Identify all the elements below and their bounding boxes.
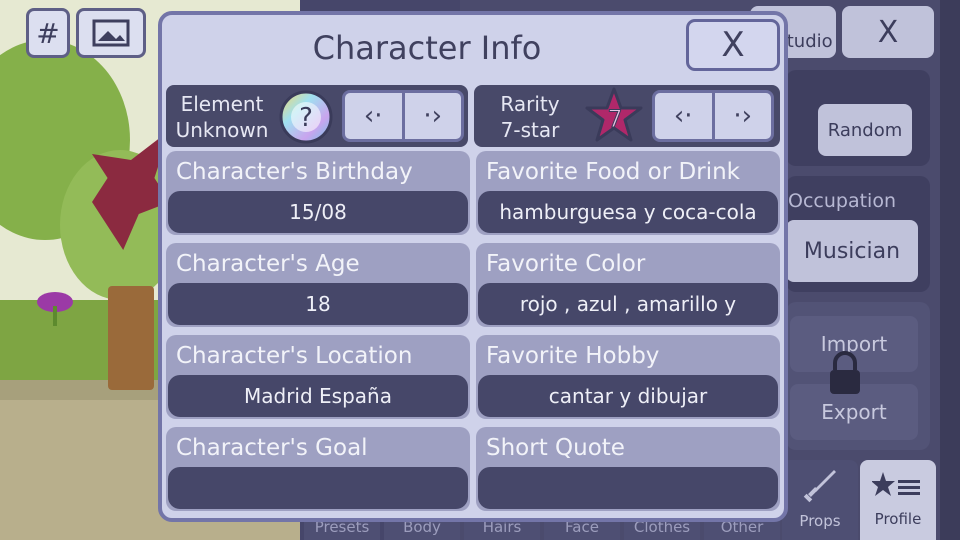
random-label: Random: [827, 119, 903, 141]
random-button[interactable]: Random: [818, 104, 912, 156]
goal-field: Character's Goal: [166, 427, 470, 511]
location-label: Character's Location: [176, 343, 413, 369]
location-input[interactable]: Madrid España: [168, 375, 468, 417]
grid-icon: #: [36, 16, 60, 50]
occupation-field[interactable]: Musician: [786, 220, 918, 282]
lock-icon: [830, 351, 860, 394]
favorite-color-input[interactable]: rojo , azul , amarillo y: [478, 283, 778, 325]
chevron-right-icon: ·›: [423, 101, 443, 131]
element-unknown-icon: ?: [279, 90, 333, 144]
chevron-left-icon: ‹·: [363, 101, 383, 131]
age-input[interactable]: 18: [168, 283, 468, 325]
birthday-label: Character's Birthday: [176, 159, 413, 185]
element-selector: Element Unknown ? ‹· ·›: [166, 85, 468, 147]
rarity-next-button[interactable]: ·›: [711, 93, 772, 139]
chevron-right-icon: ·›: [733, 101, 753, 131]
birthday-field: Character's Birthday 15/08: [166, 151, 470, 235]
dialog-header: Character Info X: [162, 15, 784, 81]
export-label: Export: [821, 400, 887, 424]
chevron-left-icon: ‹·: [673, 101, 693, 131]
occupation-label: Occupation: [788, 190, 896, 212]
dialog-close-button[interactable]: X: [686, 19, 780, 71]
element-label: Element Unknown: [172, 91, 272, 143]
favorite-food-label: Favorite Food or Drink: [486, 159, 740, 185]
tab-profile[interactable]: Profile: [860, 460, 936, 540]
grid-button[interactable]: #: [26, 8, 70, 58]
rarity-selector: Rarity 7-star 7 ‹· ·›: [474, 85, 780, 147]
goal-label: Character's Goal: [176, 435, 368, 461]
scrollbar[interactable]: [940, 0, 960, 540]
location-field: Character's Location Madrid España: [166, 335, 470, 419]
favorite-hobby-field: Favorite Hobby cantar y dibujar: [476, 335, 780, 419]
age-field: Character's Age 18: [166, 243, 470, 327]
scene-bench: [108, 286, 154, 390]
occupation-value: Musician: [803, 238, 901, 264]
element-label-value: Unknown: [175, 118, 269, 142]
element-next-button[interactable]: ·›: [401, 93, 462, 139]
element-label-title: Element: [180, 92, 264, 116]
birthday-input[interactable]: 15/08: [168, 191, 468, 233]
tab-props[interactable]: Props: [782, 460, 858, 540]
short-quote-field: Short Quote: [476, 427, 780, 511]
flower-icon: [37, 292, 73, 326]
favorite-hobby-input[interactable]: cantar y dibujar: [478, 375, 778, 417]
element-prev-button[interactable]: ‹·: [345, 93, 402, 139]
element-arrow-group: ‹· ·›: [342, 90, 464, 142]
goal-input[interactable]: [168, 467, 468, 509]
rarity-label-value: 7-star: [500, 118, 560, 142]
background-image-button[interactable]: [76, 8, 146, 58]
element-icon-glyph: ?: [299, 103, 313, 133]
tab-label: Profile: [874, 510, 922, 528]
star-rarity-icon: 7: [585, 87, 643, 142]
sword-icon: [803, 470, 836, 503]
rarity-prev-button[interactable]: ‹·: [655, 93, 712, 139]
close-icon: X: [877, 14, 899, 50]
profile-list-icon: [871, 472, 920, 496]
character-info-dialog: Character Info X Element Unknown ? ‹· ·›: [158, 11, 788, 522]
tab-label: Props: [799, 512, 841, 530]
favorite-food-input[interactable]: hamburguesa y coca-cola: [478, 191, 778, 233]
rarity-label-title: Rarity: [500, 92, 560, 116]
close-icon: X: [721, 25, 745, 65]
rarity-arrow-group: ‹· ·›: [652, 90, 774, 142]
image-icon: [92, 19, 130, 47]
dialog-title: Character Info: [312, 29, 542, 67]
rarity-icon-glyph: 7: [607, 105, 622, 133]
favorite-hobby-label: Favorite Hobby: [486, 343, 660, 369]
rarity-label: Rarity 7-star: [480, 91, 580, 143]
favorite-food-field: Favorite Food or Drink hamburguesa y coc…: [476, 151, 780, 235]
editor-close-button[interactable]: X: [842, 6, 934, 58]
short-quote-label: Short Quote: [486, 435, 625, 461]
favorite-color-label: Favorite Color: [486, 251, 646, 277]
short-quote-input[interactable]: [478, 467, 778, 509]
age-label: Character's Age: [176, 251, 360, 277]
favorite-color-field: Favorite Color rojo , azul , amarillo y: [476, 243, 780, 327]
